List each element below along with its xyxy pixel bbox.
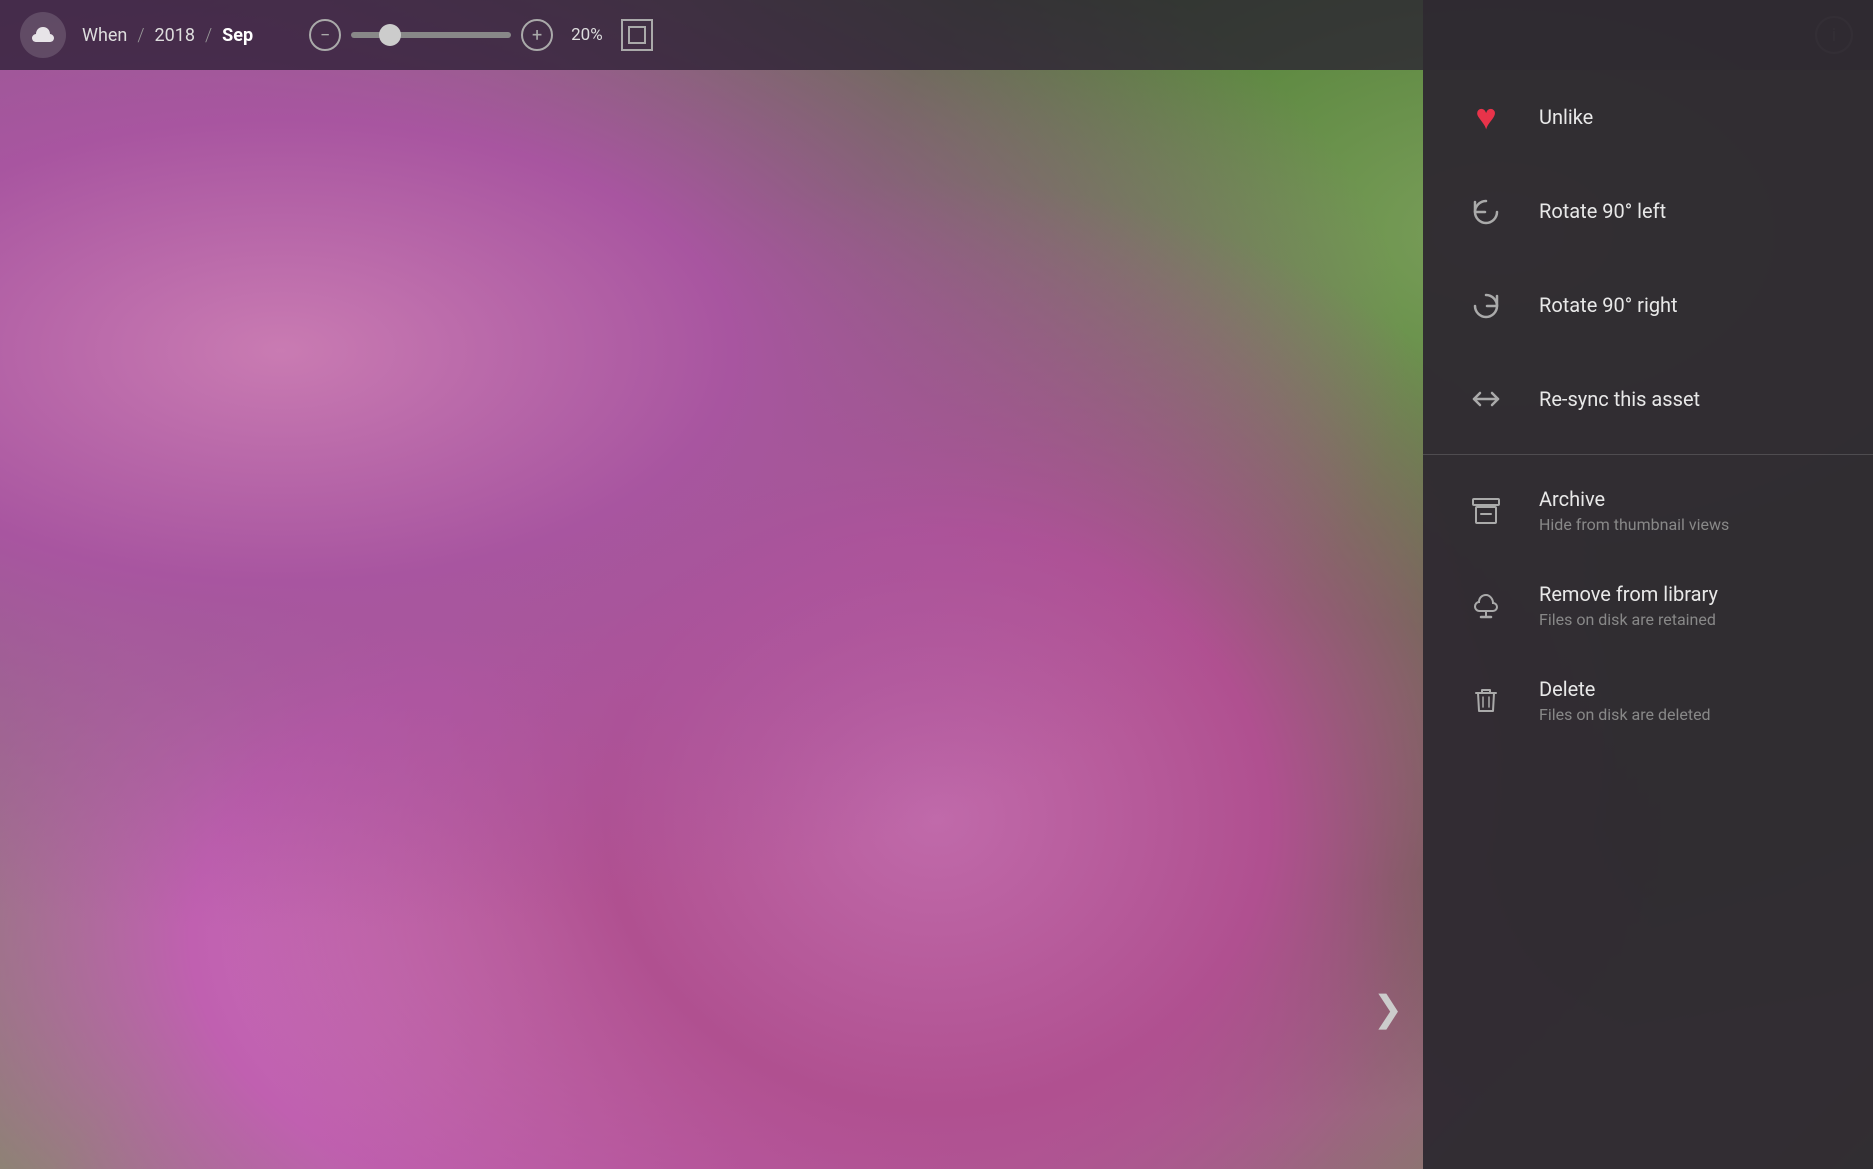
breadcrumb-month[interactable]: Sep (222, 25, 253, 46)
menu-label-unlike: Unlike (1539, 105, 1593, 129)
archive-icon (1463, 488, 1509, 534)
menu-label-remove: Remove from library (1539, 582, 1718, 606)
resync-icon (1463, 376, 1509, 422)
app-icon (20, 12, 66, 58)
menu-divider (1423, 454, 1873, 455)
breadcrumb-year[interactable]: 2018 (155, 25, 195, 46)
menu-sublabel-delete: Files on disk are deleted (1539, 705, 1711, 724)
zoom-slider[interactable] (351, 32, 511, 38)
menu-item-resync[interactable]: Re-sync this asset (1423, 352, 1873, 446)
fullscreen-button[interactable] (621, 19, 653, 51)
menu-label-archive: Archive (1539, 487, 1729, 511)
zoom-slider-thumb[interactable] (379, 24, 401, 46)
heart-icon: ♥ (1463, 94, 1509, 140)
menu-item-delete[interactable]: Delete Files on disk are deleted (1423, 653, 1873, 748)
menu-label-rotate-left: Rotate 90° left (1539, 199, 1666, 223)
menu-sublabel-archive: Hide from thumbnail views (1539, 515, 1729, 534)
breadcrumb-sep2: / (205, 25, 212, 46)
zoom-increase-button[interactable]: + (521, 19, 553, 51)
menu-label-rotate-right: Rotate 90° right (1539, 293, 1678, 317)
context-menu: ♥ Unlike Rotate 90° left Rotate 90° righ… (1423, 0, 1873, 1169)
breadcrumb-sep1: / (137, 25, 144, 46)
breadcrumb: When / 2018 / Sep (82, 25, 253, 46)
remove-cloud-icon (1463, 583, 1509, 629)
menu-item-rotate-left[interactable]: Rotate 90° left (1423, 164, 1873, 258)
zoom-controls: − + 20% (309, 19, 653, 51)
menu-item-remove[interactable]: Remove from library Files on disk are re… (1423, 558, 1873, 653)
trash-icon (1463, 678, 1509, 724)
rotate-right-icon (1463, 282, 1509, 328)
menu-sublabel-remove: Files on disk are retained (1539, 610, 1718, 629)
menu-item-archive[interactable]: Archive Hide from thumbnail views (1423, 463, 1873, 558)
rotate-left-icon (1463, 188, 1509, 234)
menu-item-unlike[interactable]: ♥ Unlike (1423, 70, 1873, 164)
menu-label-delete: Delete (1539, 677, 1711, 701)
zoom-percent: 20% (571, 25, 603, 45)
breadcrumb-when[interactable]: When (82, 25, 127, 46)
menu-label-resync: Re-sync this asset (1539, 387, 1700, 411)
next-button[interactable]: ❯ (1363, 979, 1413, 1039)
menu-item-rotate-right[interactable]: Rotate 90° right (1423, 258, 1873, 352)
zoom-decrease-button[interactable]: − (309, 19, 341, 51)
